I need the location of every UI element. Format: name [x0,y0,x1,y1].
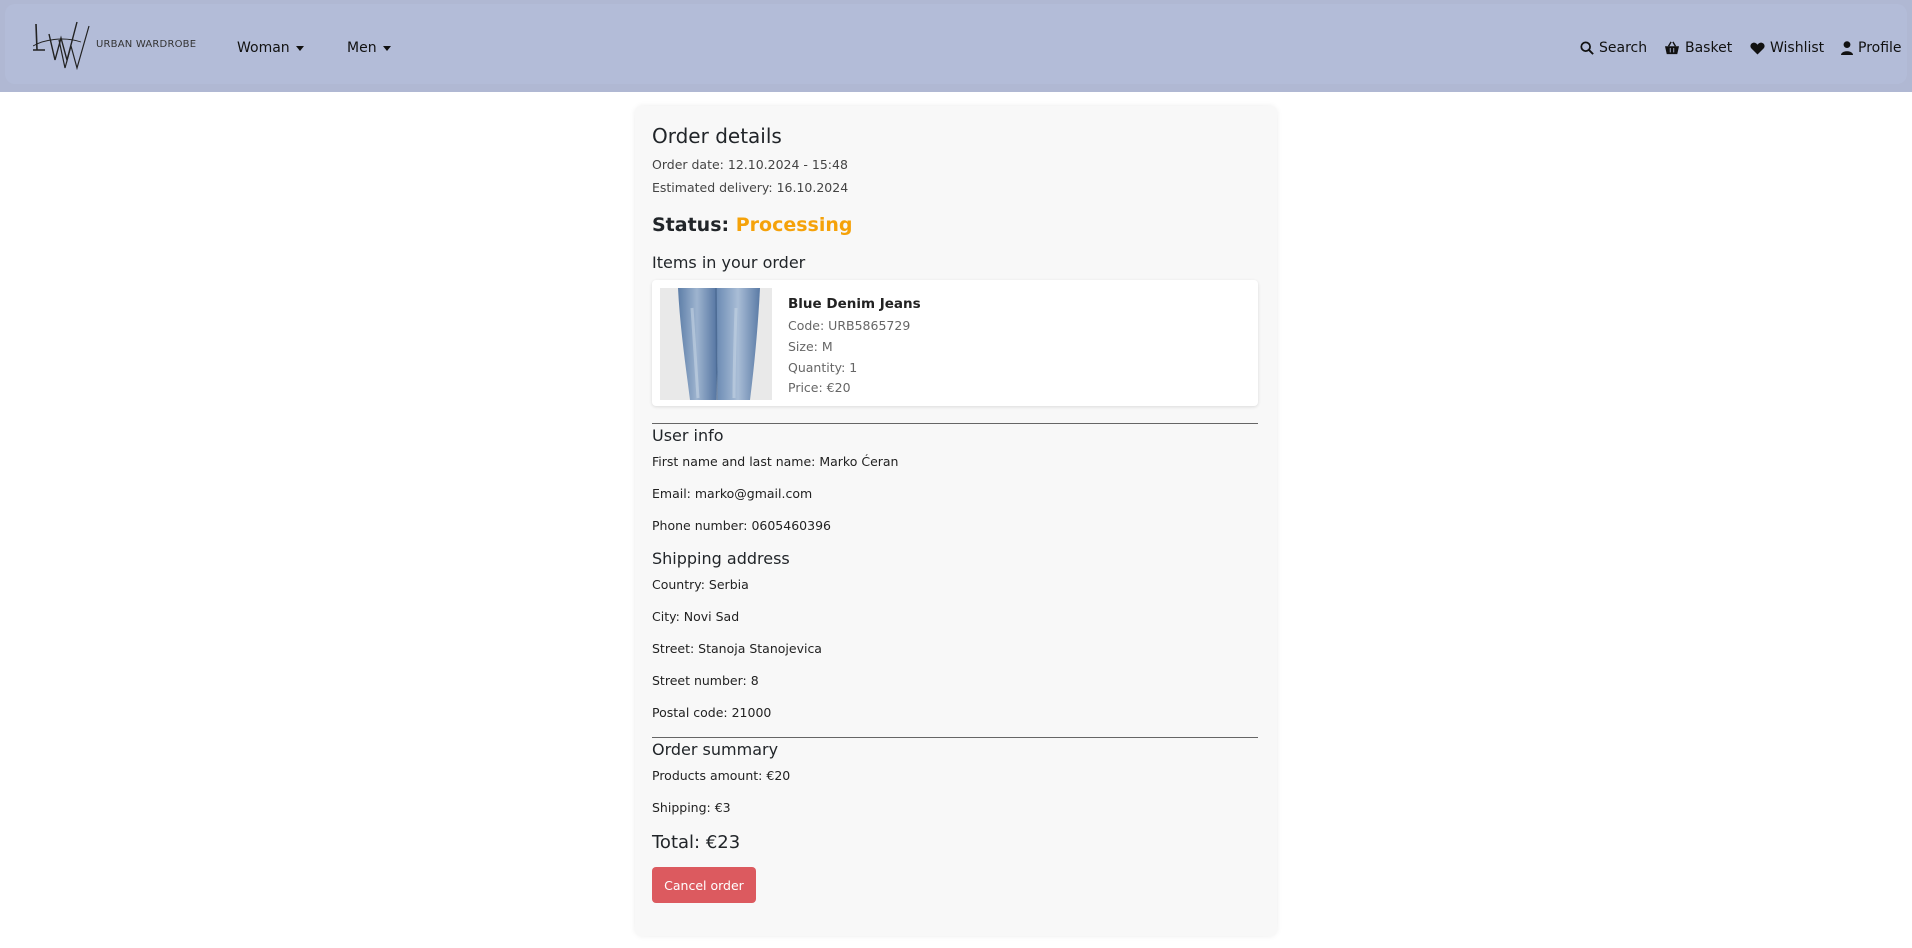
shipping-postal-code: Postal code: 21000 [652,705,772,720]
navbar: URBAN WARDROBE Woman Men Search Basket W… [0,0,1912,92]
cancel-order-button[interactable]: Cancel order [652,867,756,903]
caret-down-icon [295,46,304,51]
nav-woman-label: Woman [237,40,290,56]
order-total: Total: €23 [652,832,741,853]
user-phone: Phone number: 0605460396 [652,518,831,533]
order-details-card: Order details Order date: 12.10.2024 - 1… [635,106,1277,936]
product-size: Size: M [788,339,833,354]
nav-men-dropdown[interactable]: Men [347,40,391,56]
user-info-heading: User info [652,426,724,445]
basket-label: Basket [1685,40,1733,56]
product-image [660,288,772,400]
products-amount: Products amount: €20 [652,768,791,783]
navbar-bar: URBAN WARDROBE Woman Men Search Basket W… [5,4,1907,84]
page-title: Order details [652,124,782,148]
wishlist-label: Wishlist [1770,40,1825,56]
items-heading: Items in your order [652,253,806,272]
caret-down-icon [382,46,391,51]
shipping-heading: Shipping address [652,549,790,568]
search-icon [1580,41,1594,55]
basket-icon [1665,41,1679,55]
user-icon [1841,41,1853,55]
search-link[interactable]: Search [1580,40,1647,56]
shipping-street-number: Street number: 8 [652,673,759,688]
nav-men-label: Men [347,40,377,56]
order-status: Status: Processing [652,214,853,236]
shipping-cost: Shipping: €3 [652,800,731,815]
estimated-delivery: Estimated delivery: 16.10.2024 [652,180,849,195]
basket-link[interactable]: Basket [1664,40,1732,56]
order-summary-heading: Order summary [652,740,779,759]
shipping-country: Country: Serbia [652,577,749,592]
shipping-city: City: Novi Sad [652,609,740,624]
status-label: Status: [652,214,730,236]
product-quantity: Quantity: 1 [788,360,858,375]
logo[interactable]: URBAN WARDROBE [33,20,203,70]
search-label: Search [1599,40,1648,56]
nav-woman-dropdown[interactable]: Woman [237,40,304,56]
order-date: Order date: 12.10.2024 - 15:48 [652,157,848,172]
logo-text: URBAN WARDROBE [96,39,197,50]
logo-mark-icon [33,21,90,70]
user-full-name: First name and last name: Marko Ćeran [652,454,899,469]
order-item: Blue Denim Jeans Code: URB5865729 Size: … [652,280,1258,406]
user-email: Email: marko@gmail.com [652,486,813,501]
product-name: Blue Denim Jeans [788,296,921,312]
jeans-image [660,288,772,400]
profile-label: Profile [1858,40,1902,56]
profile-link[interactable]: Profile [1841,40,1902,56]
status-badge: Processing [735,214,853,236]
section-divider [652,423,1258,424]
section-divider [652,737,1258,738]
product-code: Code: URB5865729 [788,318,911,333]
product-price: Price: €20 [788,380,851,395]
wishlist-link[interactable]: Wishlist [1750,40,1824,56]
heart-icon [1750,42,1765,55]
shipping-street: Street: Stanoja Stanojevica [652,641,822,656]
